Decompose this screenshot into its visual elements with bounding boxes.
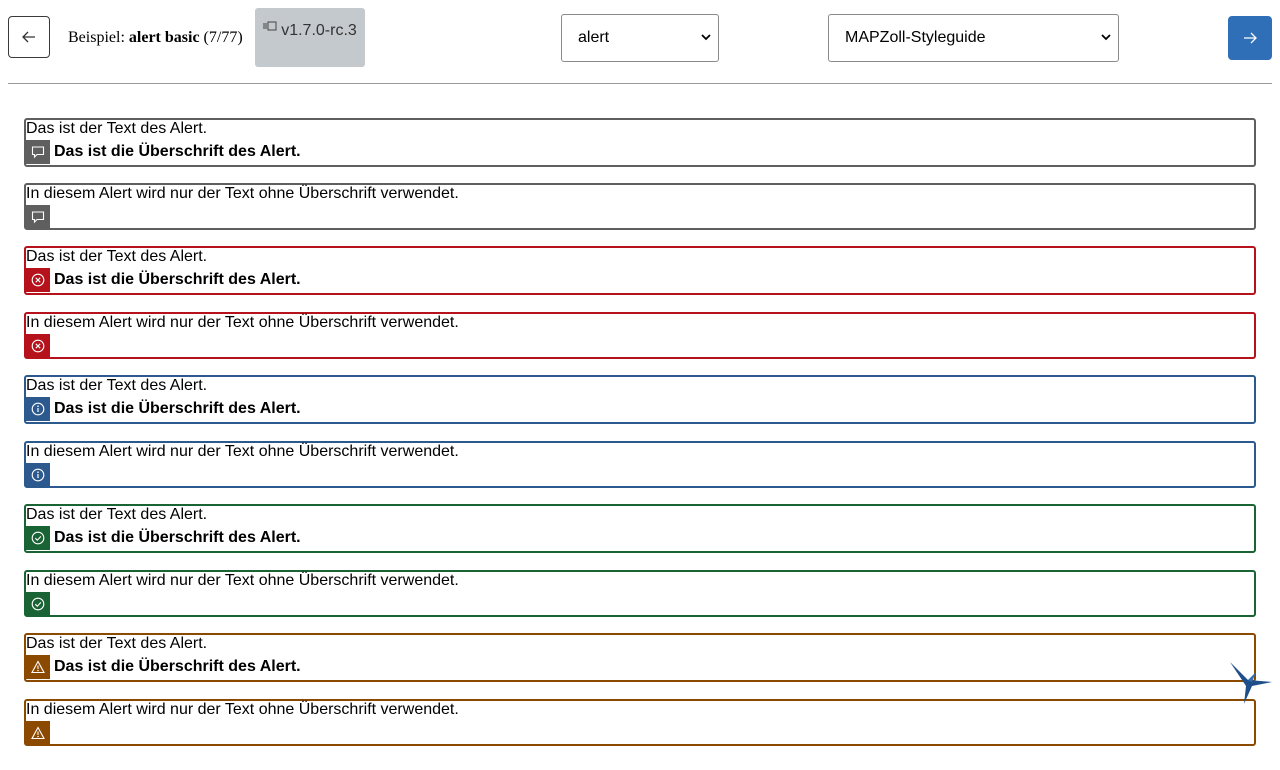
header-divider [8, 83, 1272, 84]
alert-text: In diesem Alert wird nur der Text ohne Ü… [26, 701, 459, 718]
example-name: alert basic [128, 29, 200, 46]
alert-info: In diesem Alert wird nur der Text ohne Ü… [24, 441, 1256, 488]
alert-warning: Das ist der Text des Alert. Das ist die Ü… [24, 633, 1256, 682]
alert-heading: Das ist die Überschrift des Alert. [54, 271, 301, 288]
bird-logo-icon [1230, 662, 1272, 704]
comment-icon [26, 140, 50, 164]
alert-success: Das ist der Text des Alert. Das ist die Ü… [24, 504, 1256, 553]
alert-error: In diesem Alert wird nur der Text ohne Ü… [24, 312, 1256, 359]
alert-heading: Das ist die Überschrift des Alert. [54, 400, 301, 417]
arrow-right-icon [1244, 32, 1257, 44]
check-circle-icon [26, 592, 50, 616]
alert-text: In diesem Alert wird nur der Text ohne Ü… [26, 185, 459, 202]
example-title: Beispiel: alert basic (7/77) [68, 29, 243, 47]
alert-text: In diesem Alert wird nur der Text ohne Ü… [26, 443, 459, 460]
error-circle-icon [26, 268, 50, 292]
header-bar: Beispiel: alert basic (7/77) v1.7.0-rc.3… [0, 0, 1280, 84]
version-icon [263, 21, 277, 34]
error-circle-icon [26, 334, 50, 358]
chevron-down-icon [1101, 34, 1111, 41]
alert-heading: Das ist die Überschrift des Alert. [54, 658, 301, 675]
check-circle-icon [26, 526, 50, 550]
alert-heading: Das ist die Überschrift des Alert. [54, 143, 301, 160]
styleguide-select[interactable]: MAPZoll-Styleguide [828, 14, 1119, 62]
styleguide-select-value: MAPZoll-Styleguide [845, 29, 986, 46]
alert-text: Das ist der Text des Alert. [26, 506, 208, 523]
alert-warning: In diesem Alert wird nur der Text ohne Ü… [24, 699, 1256, 746]
example-prefix: Beispiel: [68, 29, 125, 46]
alert-text: In diesem Alert wird nur der Text ohne Ü… [26, 572, 459, 589]
alert-text: Das ist der Text des Alert. [26, 120, 208, 137]
version-badge[interactable]: v1.7.0-rc.3 [255, 8, 365, 67]
alert-default: Das ist der Text des Alert. Das ist die Ü… [24, 118, 1256, 167]
alert-text: Das ist der Text des Alert. [26, 248, 208, 265]
warning-triangle-icon [26, 721, 50, 745]
previous-example-button[interactable] [8, 16, 50, 58]
alert-text: In diesem Alert wird nur der Text ohne Ü… [26, 314, 459, 331]
alert-heading: Das ist die Überschrift des Alert. [54, 529, 301, 546]
arrow-left-icon [22, 31, 35, 43]
alert-success: In diesem Alert wird nur der Text ohne Ü… [24, 570, 1256, 617]
alert-default: In diesem Alert wird nur der Text ohne Ü… [24, 183, 1256, 230]
example-count: (7/77) [203, 29, 243, 46]
comment-icon [26, 205, 50, 229]
alert-text: Das ist der Text des Alert. [26, 377, 208, 394]
alert-error: Das ist der Text des Alert. Das ist die Ü… [24, 246, 1256, 295]
chevron-down-icon [701, 34, 711, 41]
alert-info: Das ist der Text des Alert. Das ist die Ü… [24, 375, 1256, 424]
alert-text: Das ist der Text des Alert. [26, 635, 208, 652]
warning-triangle-icon [26, 655, 50, 679]
next-example-button[interactable] [1228, 16, 1272, 60]
component-select-value: alert [578, 29, 610, 46]
info-circle-icon [26, 397, 50, 421]
version-text: v1.7.0-rc.3 [281, 21, 357, 39]
component-select[interactable]: alert [561, 14, 719, 62]
info-circle-icon [26, 463, 50, 487]
